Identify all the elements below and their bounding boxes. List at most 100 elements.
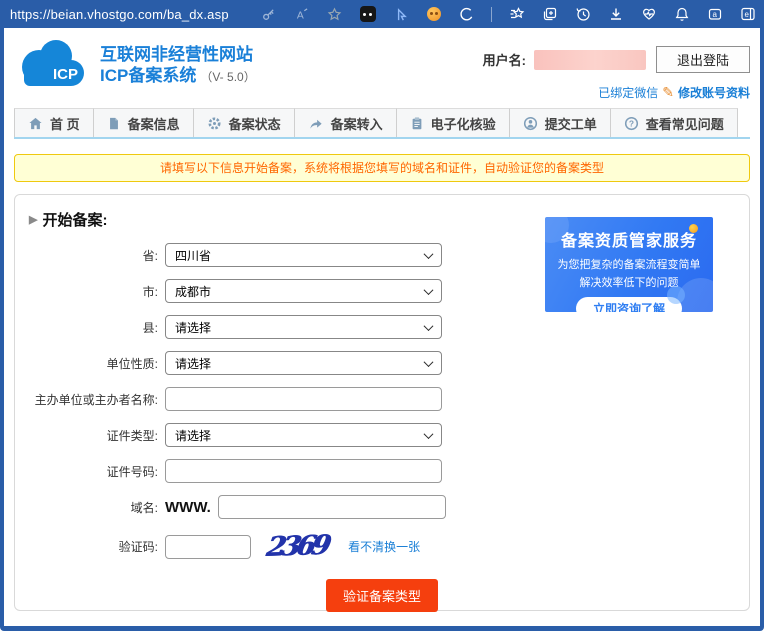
- version-label: （V- 5.0）: [200, 70, 256, 84]
- captcha-label: 验证码:: [118, 540, 158, 554]
- password-key-icon[interactable]: [260, 6, 277, 23]
- extension-robot-icon[interactable]: [359, 6, 376, 23]
- favorite-star-icon[interactable]: [326, 6, 343, 23]
- logo-text: ICP: [52, 66, 78, 83]
- tab-filing-transfer[interactable]: 备案转入: [294, 108, 397, 137]
- svg-text:e: e: [744, 10, 749, 19]
- city-select[interactable]: 成都市: [165, 279, 442, 303]
- tab-label: 备案状态: [228, 116, 281, 132]
- form-heading-text: 开始备案:: [42, 212, 108, 229]
- province-select[interactable]: 四川省: [165, 243, 442, 267]
- chevron-down-icon: [423, 320, 434, 331]
- logout-button[interactable]: 退出登陆: [655, 46, 750, 73]
- file-icon: [109, 117, 118, 129]
- svg-text:?: ?: [629, 118, 634, 128]
- heading-arrow-icon: ▶: [29, 214, 38, 226]
- tab-submit-ticket[interactable]: 提交工单: [509, 108, 611, 137]
- tab-e-verification[interactable]: 电子化核验: [396, 108, 510, 137]
- collections-icon[interactable]: [541, 6, 558, 23]
- ticket-icon: [523, 116, 537, 130]
- www-prefix: WWW.: [165, 498, 211, 516]
- svg-text:a: a: [712, 10, 717, 19]
- user-box: 用户名: 退出登陆 已绑定微信 ✎ 修改账号资料: [483, 40, 750, 104]
- sidebar-edge-icon[interactable]: e: [739, 6, 756, 23]
- chevron-down-icon: [423, 248, 434, 259]
- username-label: 用户名:: [482, 53, 526, 68]
- read-aloud-icon[interactable]: A: [293, 6, 310, 23]
- domain-input[interactable]: [217, 495, 446, 519]
- wechat-bound-link[interactable]: 已绑定微信: [598, 84, 658, 101]
- filing-form-panel: ▶ 开始备案: 省: 四川省 市: 成都市 县: 请选择 单位性质: 请选择 主…: [14, 194, 750, 612]
- main-nav: 首 页 备案信息 备案状态 备案转入 电子化核验 提交工单 ? 查看常见问题: [14, 108, 750, 139]
- org-type-select[interactable]: 请选择: [165, 351, 442, 375]
- org-type-select-value: 请选择: [175, 356, 212, 371]
- promo-title: 备案资质管家服务: [560, 233, 697, 250]
- submit-row: 验证备案类型: [15, 579, 749, 612]
- emoji-extension-icon[interactable]: [425, 6, 442, 23]
- toolbar-divider: [491, 6, 492, 22]
- tab-label: 首 页: [50, 116, 80, 132]
- transfer-icon: [310, 119, 322, 129]
- form-row-captcha: 验证码: 2369 看不清换一张: [15, 530, 749, 563]
- tab-filing-info[interactable]: 备案信息: [93, 108, 194, 137]
- chevron-down-icon: [423, 284, 434, 295]
- form-row-org-type: 单位性质: 请选择: [15, 351, 749, 375]
- tab-home[interactable]: 首 页: [14, 108, 94, 137]
- form-row-cert-number: 证件号码:: [15, 459, 749, 483]
- cert-type-select[interactable]: 请选择: [165, 423, 442, 447]
- cookie-icon[interactable]: [458, 6, 475, 23]
- promo-banner[interactable]: 备案资质管家服务 为您把复杂的备案流程变简单 解决效率低下的问题 立即咨询了解: [545, 217, 713, 312]
- home-icon: [29, 117, 42, 129]
- captcha-refresh-link[interactable]: 看不清换一张: [348, 538, 420, 555]
- form-row-org-name: 主办单位或主办者名称:: [15, 387, 749, 411]
- province-select-value: 四川省: [175, 248, 212, 263]
- county-select-value: 请选择: [175, 320, 212, 335]
- tab-label: 查看常见问题: [645, 116, 724, 132]
- tab-label: 提交工单: [544, 116, 597, 132]
- tab-label: 电子化核验: [430, 116, 496, 132]
- browser-toolbar: A a e: [260, 6, 756, 23]
- captcha-input[interactable]: [165, 534, 251, 559]
- username-value-redacted: [533, 49, 646, 70]
- browser-window: https://beian.vhostgo.com/ba_dx.asp A a …: [0, 0, 764, 631]
- captcha-image[interactable]: 2369: [264, 530, 329, 563]
- svg-text:A: A: [297, 10, 304, 21]
- brand-line2: ICP备案系统: [100, 66, 197, 85]
- tab-label: 备案信息: [127, 116, 180, 132]
- status-icon: [208, 117, 221, 129]
- favorites-bar-icon[interactable]: [508, 6, 525, 23]
- history-icon[interactable]: [574, 6, 591, 23]
- county-select[interactable]: 请选择: [165, 315, 442, 339]
- promo-consult-button[interactable]: 立即咨询了解: [575, 297, 682, 312]
- promo-bubble: [667, 286, 685, 304]
- cert-type-label: 证件类型:: [106, 428, 158, 443]
- chevron-down-icon: [423, 356, 434, 367]
- address-url[interactable]: https://beian.vhostgo.com/ba_dx.asp: [10, 7, 229, 22]
- form-row-county: 县: 请选择: [15, 315, 749, 339]
- pointer-extension-icon[interactable]: [392, 6, 409, 23]
- county-label: 县:: [142, 320, 158, 335]
- verify-filing-type-button[interactable]: 验证备案类型: [325, 579, 438, 612]
- promo-line1: 为您把复杂的备案流程变简单: [557, 259, 701, 271]
- cert-number-input[interactable]: [165, 459, 442, 483]
- tab-faq[interactable]: ? 查看常见问题: [610, 108, 738, 137]
- notifications-icon[interactable]: [673, 6, 690, 23]
- city-label: 市:: [142, 284, 158, 299]
- form-row-domain: 域名: WWW.: [15, 495, 749, 519]
- edit-account-link[interactable]: 修改账号资料: [678, 84, 750, 101]
- screenshot-icon[interactable]: a: [706, 6, 723, 23]
- form-row-cert-type: 证件类型: 请选择: [15, 423, 749, 447]
- tab-filing-status[interactable]: 备案状态: [193, 108, 295, 137]
- downloads-icon[interactable]: [607, 6, 624, 23]
- browser-essentials-icon[interactable]: [640, 6, 657, 23]
- tab-label: 备案转入: [330, 116, 383, 132]
- org-type-label: 单位性质:: [106, 356, 158, 371]
- chevron-down-icon: [423, 428, 434, 439]
- icp-cloud-logo: ICP: [22, 40, 86, 88]
- org-name-input[interactable]: [165, 387, 442, 411]
- org-name-label: 主办单位或主办者名称:: [34, 392, 158, 407]
- site-header: ICP 互联网非经营性网站 ICP备案系统 （V- 5.0） 用户名: 退出登陆 …: [14, 28, 750, 104]
- city-select-value: 成都市: [175, 284, 212, 299]
- browser-address-bar: https://beian.vhostgo.com/ba_dx.asp A a …: [0, 0, 764, 28]
- province-label: 省:: [142, 248, 158, 263]
